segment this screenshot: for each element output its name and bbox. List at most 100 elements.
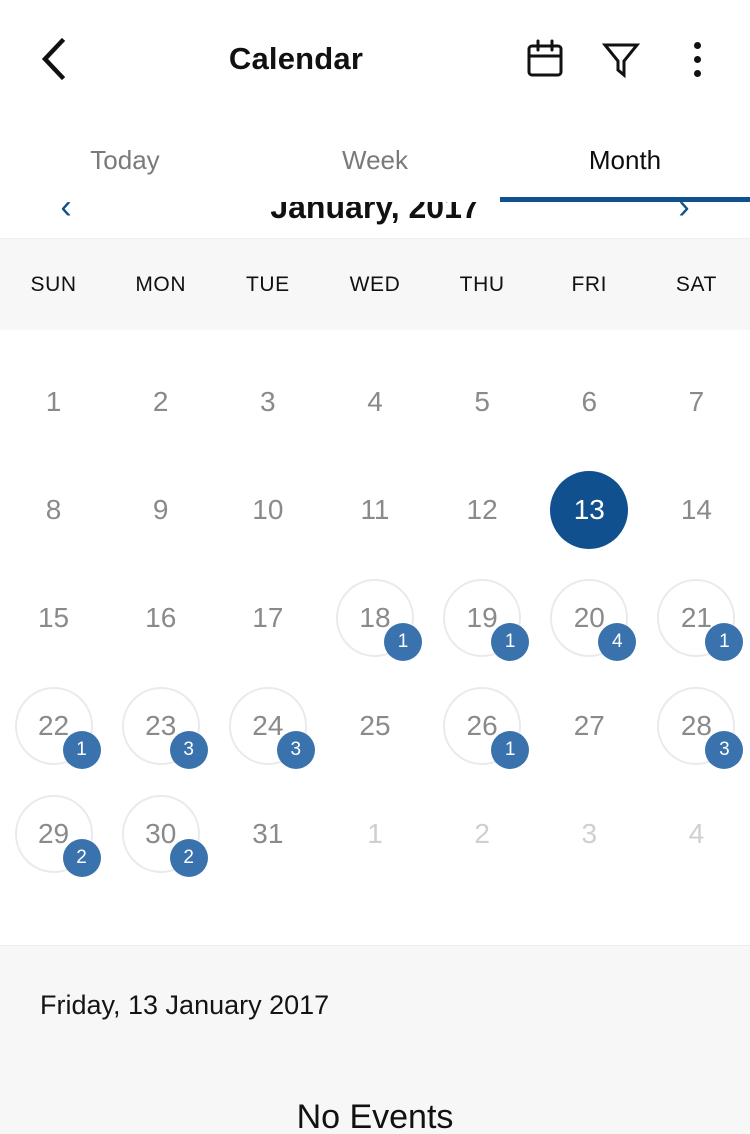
day-cell-inner: 4: [336, 363, 414, 441]
day-number: 1: [367, 818, 383, 849]
day-cell[interactable]: 5: [429, 348, 536, 456]
day-cell[interactable]: 9: [107, 456, 214, 564]
day-cell-inner: 22 1: [14, 687, 101, 769]
event-count-badge: 2: [169, 839, 208, 877]
day-cell-inner: 25: [336, 687, 414, 765]
day-cell[interactable]: 1: [321, 780, 428, 888]
event-count-badge: 3: [276, 731, 315, 769]
day-number: 12: [466, 494, 498, 525]
day-cell-inner: 2: [443, 795, 521, 873]
day-cell[interactable]: 21 1: [643, 564, 750, 672]
day-number: 6: [581, 386, 598, 417]
day-cell-inner: 6: [550, 363, 628, 441]
day-cell-inner: 3: [229, 363, 307, 441]
weekday-mon: MON: [135, 272, 187, 296]
day-cell[interactable]: 24 3: [214, 672, 321, 780]
day-cell[interactable]: 6: [536, 348, 643, 456]
no-events-message: No Events: [296, 1098, 454, 1134]
day-cell[interactable]: 30 2: [107, 780, 214, 888]
weekday-header: SUN MON TUE WED THU FRI SAT: [0, 238, 750, 330]
day-cell-inner: 13: [550, 471, 629, 549]
day-cell-inner: 30 2: [121, 795, 208, 877]
day-cell[interactable]: 13: [536, 456, 643, 564]
app-bar: Calendar: [0, 0, 750, 118]
day-cell[interactable]: 2: [429, 780, 536, 888]
day-cell[interactable]: 15: [0, 564, 107, 672]
day-cell-inner: 2: [122, 363, 200, 441]
chevron-left-icon: [39, 37, 69, 81]
day-cell[interactable]: 22 1: [0, 672, 107, 780]
day-cell-inner: 9: [122, 471, 200, 549]
day-number: 24: [252, 710, 284, 741]
day-number: 13: [573, 494, 605, 525]
day-number: 4: [688, 818, 705, 849]
day-cell[interactable]: 8: [0, 456, 107, 564]
calendar-button[interactable]: [524, 38, 566, 80]
day-cell[interactable]: 29 2: [0, 780, 107, 888]
calendar-week-row: 8 9 10 11 12 13 14: [0, 456, 750, 564]
day-cell[interactable]: 26 1: [429, 672, 536, 780]
day-number: 4: [367, 386, 383, 417]
day-cell-inner: 31: [229, 795, 307, 873]
day-number: 25: [359, 710, 391, 741]
day-cell-inner: 19 1: [443, 579, 530, 661]
day-cell[interactable]: 16: [107, 564, 214, 672]
day-cell[interactable]: 7: [643, 348, 750, 456]
tab-today[interactable]: Today: [0, 118, 250, 202]
month-navigator: ‹ January, 2017 ›: [0, 202, 750, 238]
day-number: 3: [581, 818, 598, 849]
day-number: 10: [252, 494, 284, 525]
day-number: 15: [37, 602, 70, 633]
overflow-menu-button[interactable]: [676, 38, 718, 80]
event-count-badge: 1: [62, 731, 101, 769]
day-cell-inner: 1: [15, 363, 93, 441]
day-cell[interactable]: 28 3: [643, 672, 750, 780]
tab-month[interactable]: Month: [500, 118, 750, 202]
calendar-screen: Calendar Today Week Month ‹ January, 201…: [0, 0, 750, 1134]
calendar-week-row: 15 16 17 18 1 19 1 20 4 21 1: [0, 564, 750, 672]
day-cell[interactable]: 1: [0, 348, 107, 456]
day-number: 21: [680, 602, 712, 633]
day-cell[interactable]: 11: [321, 456, 428, 564]
day-number: 1: [45, 386, 62, 417]
day-cell[interactable]: 14: [643, 456, 750, 564]
next-month-button[interactable]: ›: [664, 202, 704, 224]
event-count-badge: 1: [491, 731, 530, 769]
day-cell[interactable]: 4: [321, 348, 428, 456]
day-cell-inner: 5: [443, 363, 521, 441]
tab-week[interactable]: Week: [250, 118, 500, 202]
day-cell[interactable]: 19 1: [429, 564, 536, 672]
filter-button[interactable]: [600, 38, 642, 80]
day-cell[interactable]: 2: [107, 348, 214, 456]
day-cell[interactable]: 17: [214, 564, 321, 672]
day-number: 16: [145, 602, 177, 633]
day-cell[interactable]: 27: [536, 672, 643, 780]
day-cell[interactable]: 4: [643, 780, 750, 888]
filter-icon: [601, 39, 641, 79]
day-number: 17: [252, 602, 284, 633]
day-cell[interactable]: 10: [214, 456, 321, 564]
event-count-badge: 1: [491, 623, 530, 661]
day-number: 28: [680, 710, 712, 741]
calendar-grid: 1 2 3 4 5 6 7 8 9 10 11 12 13 14 15 16 17 18 1 19 1 20 4 21 1 22 1…: [0, 330, 750, 888]
day-cell[interactable]: 20 4: [536, 564, 643, 672]
day-cell[interactable]: 31: [214, 780, 321, 888]
day-cell[interactable]: 3: [214, 348, 321, 456]
day-cell[interactable]: 18 1: [321, 564, 428, 672]
day-cell-inner: 21 1: [657, 579, 744, 661]
weekday-sun: SUN: [30, 272, 77, 296]
day-number: 7: [688, 386, 705, 417]
day-cell[interactable]: 23 3: [107, 672, 214, 780]
day-cell-inner: 16: [122, 579, 200, 657]
day-number: 2: [474, 818, 490, 849]
calendar-week-row: 1 2 3 4 5 6 7: [0, 348, 750, 456]
day-number: 20: [573, 602, 605, 633]
day-cell[interactable]: 25: [321, 672, 428, 780]
selected-date-label: Friday, 13 January 2017: [40, 990, 330, 1020]
day-cell[interactable]: 3: [536, 780, 643, 888]
day-number: 5: [474, 386, 490, 417]
day-cell-inner: 26 1: [443, 687, 530, 769]
day-cell-inner: 24 3: [228, 687, 315, 769]
day-cell[interactable]: 12: [429, 456, 536, 564]
previous-month-button[interactable]: ‹: [46, 202, 86, 224]
